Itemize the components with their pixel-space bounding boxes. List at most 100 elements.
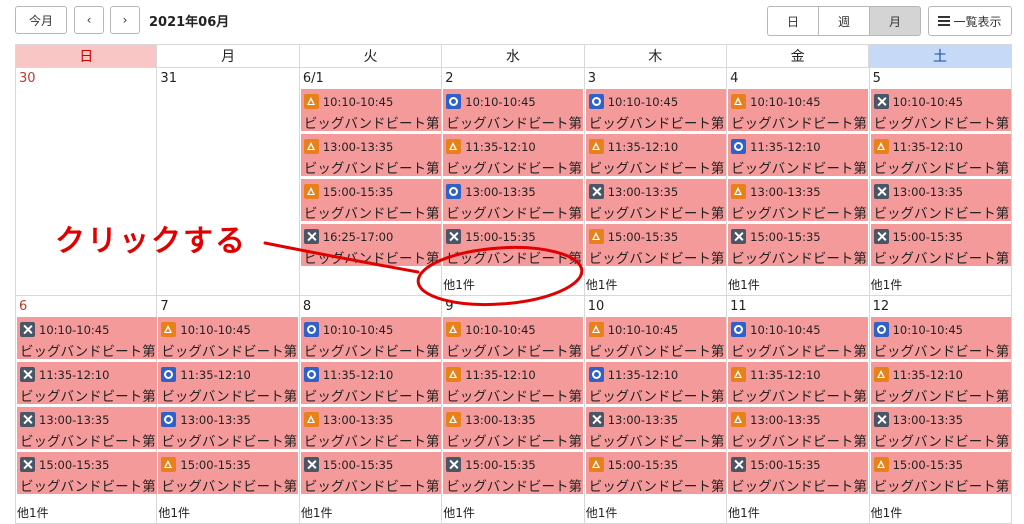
event-time: 10:10-10:45 (892, 95, 963, 109)
next-month-button[interactable]: › (110, 6, 140, 34)
event-item[interactable]: 13:00-13:35 ビッグバンドビート第 (870, 179, 1011, 222)
chevron-left-icon: ‹ (86, 13, 92, 27)
more-events-link[interactable]: 他1件 (728, 504, 760, 521)
day-number: 8 (302, 299, 312, 314)
day-number: 12 (872, 299, 890, 314)
day-cell[interactable]: 4 10:10-10:45 ビッグバンドビート第 11:35-12:10 ビッグバンドビ… (727, 68, 870, 296)
event-item[interactable]: 11:35-12:10 ビッグバンドビート第 (585, 362, 726, 405)
event-item[interactable]: 10:10-10:45 ビッグバンドビート第 (17, 317, 157, 360)
event-time: 10:10-10:45 (607, 323, 679, 337)
event-item[interactable]: 11:35-12:10 ビッグバンドビート第 (158, 362, 299, 405)
event-title: ビッグバンドビート第 (731, 434, 867, 450)
day-cell[interactable]: 6/1 10:10-10:45 ビッグバンドビート第 13:00-13:35 ビッグバン… (299, 68, 443, 296)
event-item[interactable]: 13:00-13:35 ビッグバンドビート第 (870, 407, 1011, 450)
event-title: ビッグバンドビート第 (588, 344, 725, 360)
event-item[interactable]: 13:00-13:35 ビッグバンドビート第 (728, 407, 869, 450)
more-events-link[interactable]: 他1件 (728, 276, 760, 293)
more-events-link[interactable]: 他1件 (301, 504, 333, 521)
event-item[interactable]: 10:10-10:45 ビッグバンドビート第 (158, 317, 299, 360)
event-item[interactable]: 13:00-13:35 ビッグバンドビート第 (585, 179, 726, 222)
more-events-link[interactable]: 他1件 (871, 276, 903, 293)
view-day-button[interactable]: 日 (767, 6, 819, 36)
day-cell[interactable]: 30 (15, 68, 158, 296)
event-item[interactable]: 13:00-13:35 ビッグバンドビート第 (17, 407, 157, 450)
event-title: ビッグバンドビート第 (446, 206, 582, 222)
event-item[interactable]: 15:00-15:35 ビッグバンドビート第 (585, 224, 726, 267)
event-item[interactable]: 15:00-15:35 ビッグバンドビート第 (17, 452, 157, 495)
event-title: ビッグバンドビート第 (446, 389, 582, 405)
this-month-button[interactable]: 今月 (15, 6, 67, 34)
event-item[interactable]: 10:10-10:45 ビッグバンドビート第 (443, 317, 584, 360)
view-week-button[interactable]: 週 (818, 6, 870, 36)
event-title: ビッグバンドビート第 (446, 251, 582, 267)
day-cell[interactable]: 10 10:10-10:45 ビッグバンドビート第 11:35-12:10 ビッグバンド… (584, 296, 728, 524)
event-item[interactable]: 11:35-12:10 ビッグバンドビート第 (585, 134, 726, 177)
day-cell[interactable]: 3 10:10-10:45 ビッグバンドビート第 11:35-12:10 ビッグバンドビ… (584, 68, 728, 296)
day-cell[interactable]: 31 (157, 68, 300, 296)
event-title: ビッグバンドビート第 (303, 344, 440, 360)
view-month-button[interactable]: 月 (869, 6, 921, 36)
more-events-link[interactable]: 他1件 (158, 504, 190, 521)
event-item[interactable]: 13:00-13:35 ビッグバンドビート第 (585, 407, 726, 450)
event-item[interactable]: 10:10-10:45 ビッグバンドビート第 (728, 89, 869, 132)
event-item[interactable]: 10:10-10:45 ビッグバンドビート第 (870, 89, 1011, 132)
event-item[interactable]: 10:10-10:45 ビッグバンドビート第 (300, 317, 441, 360)
prev-month-button[interactable]: ‹ (74, 6, 104, 34)
event-item[interactable]: 13:00-13:35 ビッグバンドビート第 (728, 179, 869, 222)
event-item[interactable]: 15:00-15:35 ビッグバンドビート第 (300, 452, 441, 495)
event-item[interactable]: 16:25-17:00 ビッグバンドビート第 (300, 224, 441, 267)
event-item[interactable]: 15:00-15:35 ビッグバンドビート第 (300, 179, 441, 222)
event-time: 15:00-15:35 (322, 185, 394, 199)
event-item[interactable]: 10:10-10:45 ビッグバンドビート第 (443, 89, 584, 132)
more-events-link[interactable]: 他1件 (871, 504, 903, 521)
event-item[interactable]: 10:10-10:45 ビッグバンドビート第 (585, 317, 726, 360)
event-item[interactable]: 13:00-13:35 ビッグバンドビート第 (443, 179, 584, 222)
weekday-header-row: 日月火水木金土 (15, 44, 1012, 68)
event-title: ビッグバンドビート第 (588, 479, 725, 495)
day-cell[interactable]: 2 10:10-10:45 ビッグバンドビート第 11:35-12:10 ビッグバンドビ… (442, 68, 585, 296)
event-item[interactable]: 11:35-12:10 ビッグバンドビート第 (300, 362, 441, 405)
event-item[interactable]: 11:35-12:10 ビッグバンドビート第 (728, 134, 869, 177)
triangle-availability-icon (446, 367, 462, 382)
more-events-link[interactable]: 他1件 (443, 276, 475, 293)
day-cell[interactable]: 7 10:10-10:45 ビッグバンドビート第 11:35-12:10 ビッグバンドビ… (157, 296, 300, 524)
event-item[interactable]: 11:35-12:10 ビッグバンドビート第 (870, 362, 1011, 405)
more-events-link[interactable]: 他1件 (443, 504, 475, 521)
day-cell[interactable]: 9 10:10-10:45 ビッグバンドビート第 11:35-12:10 ビッグバンドビ… (442, 296, 585, 524)
event-title: ビッグバンドビート第 (161, 344, 298, 360)
more-events-link[interactable]: 他1件 (17, 504, 49, 521)
event-item[interactable]: 15:00-15:35 ビッグバンドビート第 (728, 452, 869, 495)
day-cell[interactable]: 12 10:10-10:45 ビッグバンドビート第 11:35-12:10 ビッグバンド… (869, 296, 1012, 524)
event-item[interactable]: 11:35-12:10 ビッグバンドビート第 (443, 134, 584, 177)
event-item[interactable]: 15:00-15:35 ビッグバンドビート第 (443, 224, 584, 267)
event-item[interactable]: 15:00-15:35 ビッグバンドビート第 (728, 224, 869, 267)
event-item[interactable]: 11:35-12:10 ビッグバンドビート第 (443, 362, 584, 405)
event-item[interactable]: 13:00-13:35 ビッグバンドビート第 (443, 407, 584, 450)
event-item[interactable]: 10:10-10:45 ビッグバンドビート第 (585, 89, 726, 132)
event-item[interactable]: 15:00-15:35 ビッグバンドビート第 (158, 452, 299, 495)
event-item[interactable]: 15:00-15:35 ビッグバンドビート第 (870, 452, 1011, 495)
event-item[interactable]: 10:10-10:45 ビッグバンドビート第 (300, 89, 441, 132)
more-events-link[interactable]: 他1件 (586, 276, 618, 293)
more-events-link[interactable]: 他1件 (586, 504, 618, 521)
event-item[interactable]: 11:35-12:10 ビッグバンドビート第 (870, 134, 1011, 177)
cross-availability-icon (446, 229, 462, 244)
event-item[interactable]: 11:35-12:10 ビッグバンドビート第 (728, 362, 869, 405)
day-cell[interactable]: 5 10:10-10:45 ビッグバンドビート第 11:35-12:10 ビッグバンドビ… (869, 68, 1012, 296)
day-cell[interactable]: 11 10:10-10:45 ビッグバンドビート第 11:35-12:10 ビッグバンド… (727, 296, 870, 524)
day-cell[interactable]: 8 10:10-10:45 ビッグバンドビート第 11:35-12:10 ビッグバンドビ… (299, 296, 443, 524)
event-item[interactable]: 15:00-15:35 ビッグバンドビート第 (870, 224, 1011, 267)
event-item[interactable]: 15:00-15:35 ビッグバンドビート第 (443, 452, 584, 495)
day-cell[interactable]: 6 10:10-10:45 ビッグバンドビート第 11:35-12:10 ビッグバンドビ… (15, 296, 158, 524)
event-item[interactable]: 13:00-13:35 ビッグバンドビート第 (158, 407, 299, 450)
list-view-button[interactable]: 一覧表示 (928, 6, 1012, 36)
event-item[interactable]: 15:00-15:35 ビッグバンドビート第 (585, 452, 726, 495)
event-item[interactable]: 13:00-13:35 ビッグバンドビート第 (300, 134, 441, 177)
event-item[interactable]: 10:10-10:45 ビッグバンドビート第 (728, 317, 869, 360)
event-item[interactable]: 11:35-12:10 ビッグバンドビート第 (17, 362, 157, 405)
day-number: 11 (730, 299, 747, 314)
event-item[interactable]: 13:00-13:35 ビッグバンドビート第 (300, 407, 441, 450)
event-time: 15:00-15:35 (465, 230, 536, 244)
event-title: ビッグバンドビート第 (303, 116, 440, 132)
event-item[interactable]: 10:10-10:45 ビッグバンドビート第 (870, 317, 1011, 360)
